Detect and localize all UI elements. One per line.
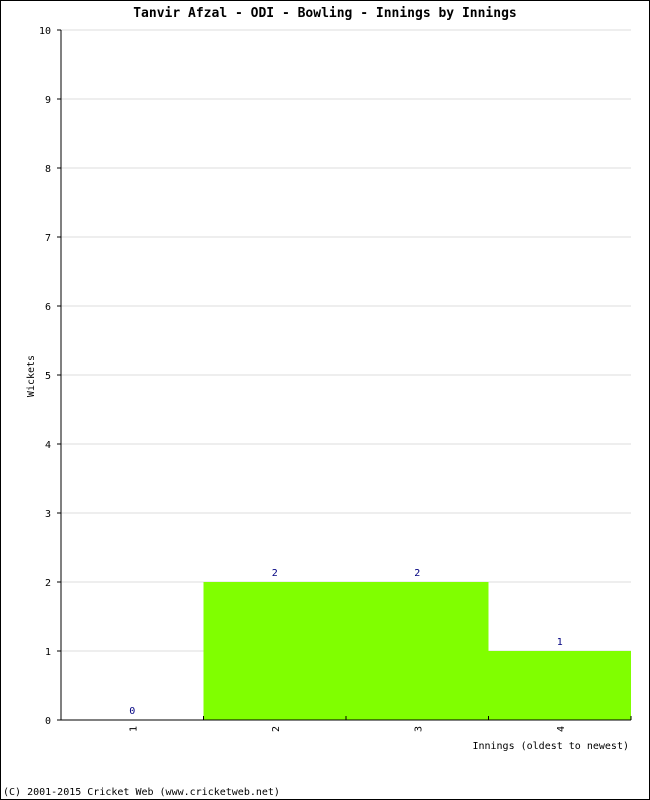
x-tick-labels: 1 2 3 4 bbox=[128, 726, 567, 732]
x-axis-label: Innings (oldest to newest) bbox=[472, 741, 629, 752]
y-tick-label: 10 bbox=[39, 26, 51, 37]
y-tick-label: 5 bbox=[45, 371, 51, 382]
y-tick-label: 3 bbox=[45, 509, 51, 520]
y-tick-label: 8 bbox=[45, 164, 51, 175]
data-label: 2 bbox=[272, 568, 278, 579]
bar bbox=[346, 582, 489, 720]
x-tick-label: 4 bbox=[556, 726, 567, 732]
y-tick-label: 2 bbox=[45, 578, 51, 589]
y-tick-label: 4 bbox=[45, 440, 51, 451]
y-tick-label: 1 bbox=[45, 647, 51, 658]
x-tick-label: 3 bbox=[413, 726, 424, 732]
y-tick-label: 7 bbox=[45, 233, 51, 244]
y-tick-label: 6 bbox=[45, 302, 51, 313]
x-tick-label: 1 bbox=[128, 726, 139, 732]
y-axis-label: Wickets bbox=[26, 355, 37, 397]
bar bbox=[488, 651, 631, 720]
y-tick-labels: 0 1 2 3 4 5 6 7 8 9 10 bbox=[39, 26, 51, 727]
bars bbox=[203, 582, 631, 720]
data-label: 1 bbox=[557, 637, 563, 648]
bar-chart: Tanvir Afzal - ODI - Bowling - Innings b… bbox=[3, 6, 632, 798]
y-tick-label: 9 bbox=[45, 95, 51, 106]
data-label: 2 bbox=[414, 568, 420, 579]
bar bbox=[203, 582, 346, 720]
data-label: 0 bbox=[129, 706, 135, 717]
y-tick-label: 0 bbox=[45, 716, 51, 727]
copyright-footer: (C) 2001-2015 Cricket Web (www.cricketwe… bbox=[3, 787, 280, 798]
grid-lines bbox=[61, 29, 631, 652]
chart-title: Tanvir Afzal - ODI - Bowling - Innings b… bbox=[133, 6, 517, 21]
x-tick-label: 2 bbox=[271, 726, 282, 732]
